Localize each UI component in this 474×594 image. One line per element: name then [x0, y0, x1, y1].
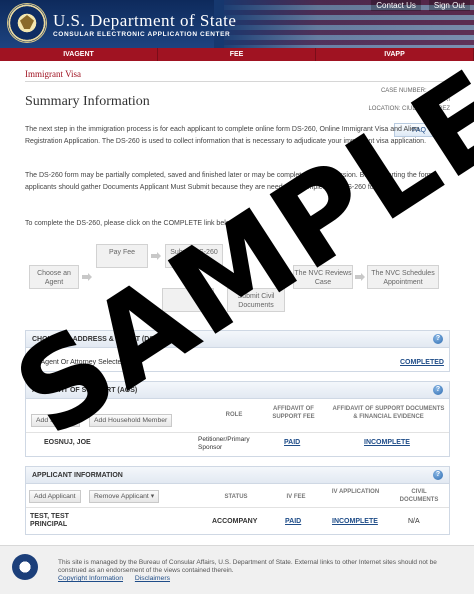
flow-step-pay-fee: Pay Fee [96, 244, 148, 268]
case-info: CASE NUMBER: ...75001 INV: IRI LOCATION:… [368, 87, 450, 114]
panel-title: CHOICE OF ADDRESS & AGENT (DS-261) [32, 336, 171, 343]
panel-header: CHOICE OF ADDRESS & AGENT (DS-261) ? [26, 331, 449, 348]
footer-links: Copyright Information Disclaimers [58, 575, 180, 582]
iv-application-incomplete-link[interactable]: INCOMPLETE [332, 518, 378, 525]
panel-header: APPLICANT INFORMATION ? [26, 467, 449, 484]
flow-step-choose-agent: Choose an Agent [29, 265, 79, 289]
help-icon[interactable]: ? [433, 385, 443, 395]
flow-step-pay-fee-2 [162, 288, 214, 312]
footer-disclaimer: This site is managed by the Bureau of Co… [58, 559, 437, 574]
sign-out-link[interactable]: Sign Out [428, 0, 470, 11]
intro-paragraph: The next step in the immigration process… [25, 126, 427, 145]
remove-applicant-button[interactable]: Remove Applicant ▾ [89, 490, 160, 503]
sponsor-name: EOSNUJ, JOE [44, 439, 91, 446]
site-subtitle: CONSULAR ELECTRONIC APPLICATION CENTER [53, 31, 231, 38]
choice-agent-panel: CHOICE OF ADDRESS & AGENT (DS-261) ? No … [25, 330, 450, 372]
row-divider [26, 507, 449, 508]
help-icon[interactable]: ? [433, 470, 443, 480]
column-header-status: STATUS [224, 494, 248, 500]
help-icon[interactable]: ? [433, 334, 443, 344]
tab-ivagent[interactable]: IVAGENT [0, 48, 158, 61]
column-header-civil-documents: CIVIL DOCUMENTS [399, 489, 439, 503]
sponsor-role: Petitioner/Primary Sponsor [198, 436, 250, 451]
applicant-status: ACCOMPANY [212, 518, 258, 525]
row-divider [26, 432, 449, 433]
add-sponsor-button[interactable]: Add Sponsor [31, 414, 81, 427]
ds261-completed-link[interactable]: COMPLETED [400, 359, 444, 366]
divider [25, 81, 450, 82]
panel-title: AFFIDAVIT OF SUPPORT (AOS) [32, 387, 138, 394]
disclaimers-link[interactable]: Disclaimers [135, 575, 170, 582]
breadcrumb: Immigrant Visa [25, 69, 82, 79]
arrow-right-icon [151, 252, 161, 260]
aos-fee-paid-link[interactable]: PAID [284, 439, 300, 446]
civil-documents-status: N/A [408, 518, 420, 525]
copyright-information-link[interactable]: Copyright Information [58, 575, 123, 582]
contact-us-link[interactable]: Contact Us [371, 0, 421, 11]
panel-title: APPLICANT INFORMATION [32, 472, 123, 479]
tab-bar: IVAGENT FEE IVAPP [0, 48, 474, 61]
agent-status-label: No Agent Or Attorney Selected [30, 359, 126, 366]
flow-step-nvc-review: The NVC Reviews Case [293, 265, 353, 289]
case-number: CASE NUMBER: ...75001 [380, 88, 450, 94]
complete-paragraph: To complete the DS-260, please click on … [25, 220, 237, 227]
panel-header: AFFIDAVIT OF SUPPORT (AOS) ? [26, 382, 449, 399]
flow-step-nvc-schedule: The NVC Schedules Appointment [367, 265, 439, 289]
tab-ivapp[interactable]: IVAPP [316, 48, 474, 61]
applicant-panel: APPLICANT INFORMATION ? Add Applicant Re… [25, 466, 450, 535]
column-header-aos-docs: AFFIDAVIT OF SUPPORT DOCUMENTS & FINANCI… [332, 406, 445, 420]
aos-panel: AFFIDAVIT OF SUPPORT (AOS) ? Add Sponsor… [25, 381, 450, 457]
column-header-aos-fee: AFFIDAVIT OF SUPPORT FEE [272, 406, 315, 420]
top-links: Contact Us Sign Out [371, 0, 470, 11]
case-inv: INV: IRI [429, 97, 450, 103]
arrow-right-icon [82, 273, 92, 281]
site-footer: C This site is managed by the Bureau of … [0, 545, 474, 594]
chevron-down-icon: ▾ [150, 493, 155, 500]
column-header-iv-application: IV APPLICATION [331, 489, 380, 495]
aos-docs-incomplete-link[interactable]: INCOMPLETE [364, 439, 410, 446]
instructions-paragraph: The DS-260 form may be partially complet… [25, 172, 435, 191]
applicant-name: TEST, TEST PRINCIPAL [30, 513, 69, 528]
column-header-role: ROLE [225, 412, 243, 418]
arrow-right-icon [355, 273, 365, 281]
consular-affairs-logo-icon: C [12, 554, 38, 580]
add-household-member-button[interactable]: Add Household Member [89, 414, 173, 427]
column-header-iv-fee: IV FEE [286, 494, 306, 500]
add-applicant-button[interactable]: Add Applicant [29, 490, 81, 503]
iv-fee-paid-link[interactable]: PAID [285, 518, 301, 525]
tab-fee[interactable]: FEE [158, 48, 316, 61]
flow-step-submit-civil: Submit Civil Documents [227, 288, 285, 312]
page-title: Summary Information [25, 94, 150, 109]
case-location: LOCATION: CIUDAD JUAREZ [368, 106, 450, 112]
site-title: U.S. Department of State [53, 11, 237, 30]
site-header: U.S. Department of State CONSULAR ELECTR… [0, 0, 474, 48]
remove-applicant-label: Remove Applicant [94, 493, 149, 500]
flow-step-submit-ds260: Submit DS-260 [165, 244, 223, 268]
